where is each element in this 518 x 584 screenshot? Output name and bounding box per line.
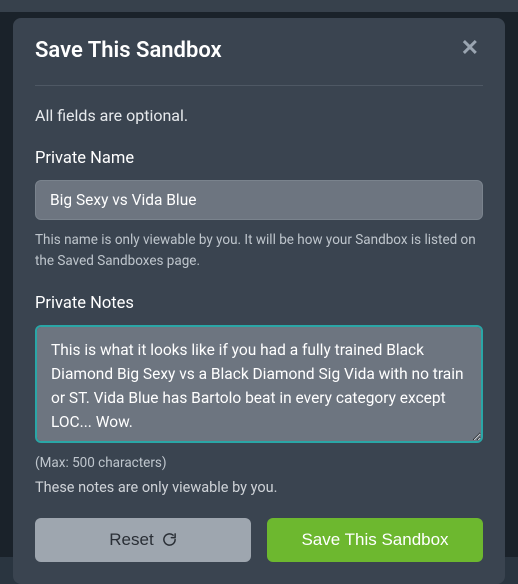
private-notes-textarea[interactable]: This is what it looks like if you had a … <box>35 325 483 443</box>
button-row: Reset Save This Sandbox <box>35 518 483 562</box>
save-sandbox-modal: Save This Sandbox ✕ All fields are optio… <box>13 18 505 584</box>
modal-header: Save This Sandbox ✕ <box>35 38 483 63</box>
private-name-label: Private Name <box>35 149 483 168</box>
modal-title: Save This Sandbox <box>35 38 222 63</box>
private-name-helper: This name is only viewable by you. It wi… <box>35 230 483 272</box>
save-label: Save This Sandbox <box>301 530 448 550</box>
divider <box>35 85 483 86</box>
close-icon[interactable]: ✕ <box>457 38 483 60</box>
notes-helper: These notes are only viewable by you. <box>35 479 483 496</box>
refresh-icon <box>162 532 177 547</box>
private-notes-label: Private Notes <box>35 294 483 313</box>
private-name-input[interactable] <box>35 180 483 220</box>
reset-label: Reset <box>109 530 153 550</box>
reset-button[interactable]: Reset <box>35 518 251 562</box>
modal-subtitle: All fields are optional. <box>35 106 483 125</box>
save-button[interactable]: Save This Sandbox <box>267 518 483 562</box>
notes-max: (Max: 500 characters) <box>35 455 483 471</box>
